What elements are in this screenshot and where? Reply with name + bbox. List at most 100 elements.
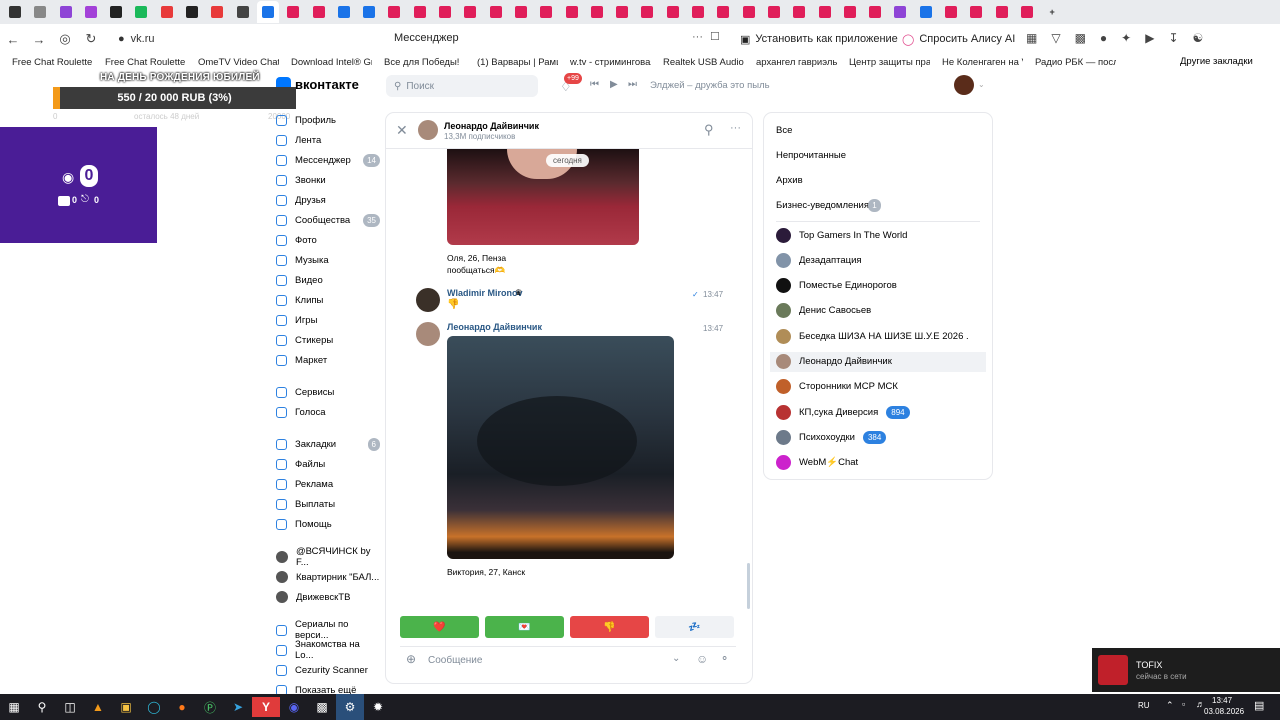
bookmark-item[interactable]: w.tv - стриминговая	[558, 57, 651, 68]
sidebar-item[interactable]: Голоса	[276, 402, 380, 422]
forward-icon[interactable]: →	[26, 32, 52, 47]
bookmark-item[interactable]: (1) Варвары | Рамш	[465, 57, 558, 68]
emoji-icon[interactable]: ☺	[696, 652, 708, 666]
browser-tab[interactable]	[991, 1, 1013, 23]
bookmark-icon[interactable]: ☐	[710, 30, 720, 43]
browser-tab[interactable]	[206, 1, 228, 23]
conversation-item[interactable]: Дезадаптация	[776, 250, 862, 270]
sidebar-item[interactable]: Сообщества 35	[276, 210, 380, 230]
conversation-item[interactable]: Психохоудки 384	[776, 427, 887, 447]
utorrent-icon[interactable]: Ⓟ	[196, 694, 224, 720]
sidebar-item[interactable]: Маркет	[276, 350, 380, 370]
friend-online-toast[interactable]: TOFIX сейчас в сети	[1092, 648, 1280, 692]
sidebar-item[interactable]: Игры	[276, 310, 380, 330]
sidebar-item[interactable]: Знакомства на Lo...	[276, 639, 380, 661]
sidebar-item[interactable]: Реклама	[276, 474, 380, 494]
sidebar-item[interactable]: Фото	[276, 230, 380, 250]
sidebar-item[interactable]: Квартирник "БАЛ...	[276, 567, 380, 587]
browser-tab[interactable]	[105, 1, 127, 23]
conversation-item[interactable]: Беседка ШИЗА НА ШИЗЕ Ш.У.Е 2026 .	[776, 326, 969, 346]
microphone-icon[interactable]: ⚬	[720, 652, 729, 665]
chevron-down-icon[interactable]: ⌄	[978, 80, 985, 89]
bookmark-item[interactable]: Центр защиты прав	[837, 57, 930, 68]
browser-tab[interactable]	[763, 1, 785, 23]
browser-tab[interactable]	[940, 1, 962, 23]
sidebar-item[interactable]: Мессенджер 14	[276, 150, 380, 170]
filter-unread[interactable]: Непрочитанные	[776, 150, 846, 161]
conversation-item[interactable]: Леонардо Дайвинчик	[770, 351, 986, 372]
more-icon[interactable]: ···	[730, 122, 741, 134]
bot-reply-button[interactable]: 👎	[570, 616, 649, 638]
browser-tab[interactable]	[915, 1, 937, 23]
sidebar-item[interactable]: Клипы	[276, 290, 380, 310]
bookmark-item[interactable]: Не Коленгаген на Vi	[930, 57, 1023, 68]
url-field[interactable]: ● vk.ru	[118, 28, 338, 50]
sidebar-item[interactable]: Закладки 6	[276, 434, 380, 454]
message-input[interactable]: Сообщение	[428, 655, 482, 666]
browser-tab[interactable]	[561, 1, 583, 23]
filter-business[interactable]: Бизнес-уведомления	[776, 200, 869, 211]
browser-tab[interactable]	[510, 1, 532, 23]
conversation-item[interactable]: КП,сука Диверсия 894	[776, 402, 910, 422]
browser-tab[interactable]	[80, 1, 102, 23]
conversation-item[interactable]: WebM⚡Chat	[776, 453, 858, 473]
browser-tab[interactable]	[459, 1, 481, 23]
bookmark-item[interactable]: Realtek USB Audio D	[651, 57, 744, 68]
language-indicator[interactable]: RU	[1138, 701, 1150, 710]
browser-tab[interactable]	[611, 1, 633, 23]
browser-tab[interactable]	[308, 1, 330, 23]
browser-tab[interactable]	[282, 1, 304, 23]
browser-tab[interactable]	[889, 1, 911, 23]
browser-tab[interactable]	[814, 1, 836, 23]
bookmark-item[interactable]: OmeTV Video Chat -	[186, 57, 279, 68]
install-app-button[interactable]: ▣ Установить как приложение	[734, 28, 904, 50]
sender-avatar[interactable]	[416, 322, 440, 346]
new-tab-button[interactable]: +	[1041, 1, 1063, 23]
browser-tab[interactable]	[358, 1, 380, 23]
search-icon[interactable]: ⚲	[704, 122, 714, 138]
message-sender[interactable]: Леонардо Дайвинчик	[447, 322, 542, 332]
sidebar-item[interactable]: Звонки	[276, 170, 380, 190]
browser-tab[interactable]	[965, 1, 987, 23]
sidebar-item[interactable]: Друзья	[276, 190, 380, 210]
browser-tab[interactable]	[409, 1, 431, 23]
sidebar-item[interactable]: @ВСЯЧИНСК by F...	[276, 546, 380, 568]
bot-reply-button[interactable]: ❤️	[400, 616, 479, 638]
conversation-item[interactable]: Сторонники МСР МСК	[776, 377, 898, 397]
sidebar-item[interactable]: Выплаты	[276, 494, 380, 514]
browser-tab[interactable]	[738, 1, 760, 23]
browser-tab[interactable]	[662, 1, 684, 23]
attach-icon[interactable]: ⊕	[406, 652, 416, 666]
track-title[interactable]: Элджей – дружба это пыль	[650, 80, 770, 91]
search-icon[interactable]: ⚲	[28, 694, 56, 720]
network-icon[interactable]: ▫	[1182, 699, 1185, 709]
steam-icon[interactable]: ⚙	[336, 694, 364, 720]
next-track-icon[interactable]: ⏭	[628, 79, 637, 90]
sidebar-item[interactable]: Cezurity Scanner	[276, 660, 380, 680]
browser-tab[interactable]	[788, 1, 810, 23]
browser-tab[interactable]	[333, 1, 355, 23]
yandex-browser-icon[interactable]: Y	[252, 697, 280, 717]
sidebar-item[interactable]: Музыка	[276, 250, 380, 270]
browser-tab[interactable]	[256, 1, 279, 23]
discord-icon[interactable]: ◉	[280, 694, 308, 720]
bookmark-item[interactable]: Все для Победы!	[372, 57, 465, 68]
sender-avatar[interactable]	[416, 288, 440, 312]
sidebar-item[interactable]: Лента	[276, 130, 380, 150]
chevron-down-icon[interactable]: ⌄	[672, 653, 680, 664]
browser-tab[interactable]	[586, 1, 608, 23]
search-input[interactable]: ⚲ Поиск	[386, 75, 538, 97]
play-track-icon[interactable]: ▶	[610, 79, 618, 90]
notifications-icon[interactable]: ▤	[1254, 699, 1264, 712]
prev-track-icon[interactable]: ⏮	[590, 79, 599, 90]
browser-tab[interactable]	[1016, 1, 1038, 23]
browser-tab[interactable]	[864, 1, 886, 23]
windows-start-icon[interactable]: ▦	[0, 694, 28, 720]
edge-icon[interactable]: ◯	[140, 694, 168, 720]
browser-tab[interactable]	[4, 1, 26, 23]
clock-date[interactable]: 03.08.2026	[1204, 707, 1244, 716]
obs-icon[interactable]: ▩	[308, 694, 336, 720]
profile-icon[interactable]: ☯	[1193, 31, 1204, 45]
bookmark-item[interactable]: Free Chat Roulette -	[0, 57, 93, 68]
back-icon[interactable]: ←	[0, 32, 26, 47]
